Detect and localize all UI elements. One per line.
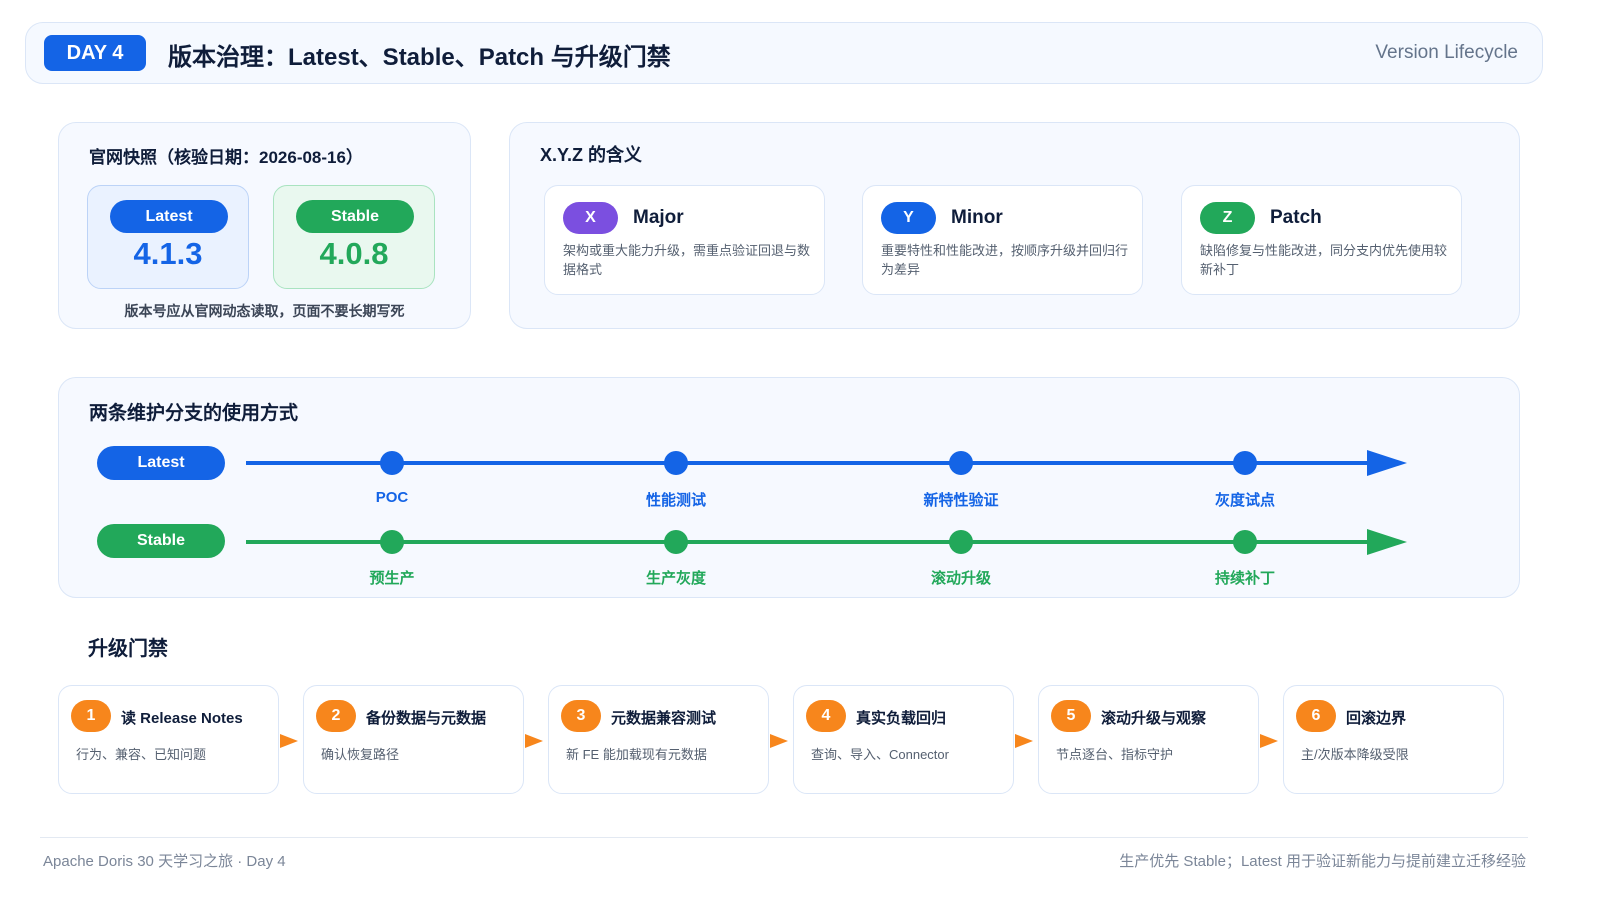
branch-panel: 两条维护分支的使用方式 Latest Stable POC 性能测试 新特性验证… [58, 377, 1520, 598]
xyz-panel: X.Y.Z 的含义 X Major 架构或重大能力升级，需重点验证回退与数据格式… [509, 122, 1520, 329]
latest-stage-dot [664, 451, 688, 475]
step-desc: 主/次版本降级受限 [1301, 747, 1409, 762]
patch-name: Patch [1270, 207, 1322, 228]
latest-stage-label: 性能测试 [645, 492, 707, 509]
step-arrow-icon [280, 734, 298, 748]
stable-timeline-arrow [1367, 529, 1407, 555]
step-arrow-icon [1260, 734, 1278, 748]
latest-label: Latest [110, 200, 228, 233]
major-desc: 架构或重大能力升级，需重点验证回退与数据格式 [563, 243, 811, 277]
latest-version: 4.1.3 [133, 236, 203, 271]
minor-name: Minor [951, 207, 1003, 228]
latest-stage-dot [1233, 451, 1257, 475]
footer-left-text: Apache Doris 30 天学习之旅 · Day 4 [43, 853, 286, 870]
snapshot-note: 版本号应从官网动态读取，页面不要长期写死 [124, 303, 405, 319]
page-subtitle: Version Lifecycle [1375, 42, 1518, 63]
step-desc: 确认恢复路径 [321, 747, 400, 762]
latest-stage-label: 灰度试点 [1214, 492, 1276, 509]
gate-title: 升级门禁 [88, 638, 168, 660]
latest-stage-dot [380, 451, 404, 475]
step-title: 备份数据与元数据 [366, 710, 487, 727]
snapshot-panel: 官网快照（核验日期：2026-08-16） Latest 4.1.3 Stabl… [58, 122, 471, 329]
step-number-badge: 2 [316, 700, 356, 732]
step-title: 读 Release Notes [121, 710, 243, 727]
step-number-badge: 5 [1051, 700, 1091, 732]
step-number-badge: 3 [561, 700, 601, 732]
step-title: 滚动升级与观察 [1101, 710, 1207, 727]
xyz-card-major: X Major 架构或重大能力升级，需重点验证回退与数据格式 [544, 185, 825, 295]
step-desc: 节点逐台、指标守护 [1056, 747, 1174, 762]
gate-step-card: 3 元数据兼容测试 新 FE 能加载现有元数据 [548, 685, 769, 794]
stable-label: Stable [296, 200, 414, 233]
stable-stage-label: 生产灰度 [645, 570, 707, 587]
step-arrow-icon [770, 734, 788, 748]
branch-timelines [246, 450, 1407, 555]
latest-stage-label: 新特性验证 [923, 492, 999, 509]
minor-letter-badge: Y [881, 202, 936, 234]
major-letter-badge: X [563, 202, 618, 234]
step-number-badge: 6 [1296, 700, 1336, 732]
major-name: Major [633, 207, 684, 228]
stable-version: 4.0.8 [319, 236, 389, 271]
snapshot-title: 官网快照（核验日期：2026-08-16） [89, 148, 363, 167]
patch-letter-badge: Z [1200, 202, 1255, 234]
gate-step-card: 5 滚动升级与观察 节点逐台、指标守护 [1038, 685, 1259, 794]
footer-divider [40, 837, 1528, 838]
minor-desc: 重要特性和性能改进，按顺序升级并回归行为差异 [881, 243, 1129, 277]
stable-stage-label: 预生产 [369, 570, 415, 587]
day-badge: DAY 4 [44, 35, 146, 71]
stable-stage-label: 持续补丁 [1214, 570, 1276, 587]
gate-step-card: 2 备份数据与元数据 确认恢复路径 [303, 685, 524, 794]
step-arrow-icon [1015, 734, 1033, 748]
stable-stage-dot [664, 530, 688, 554]
stable-stage-label: 滚动升级 [930, 570, 992, 587]
latest-timeline-arrow [1367, 450, 1407, 476]
xyz-title: X.Y.Z 的含义 [540, 145, 643, 165]
step-desc: 行为、兼容、已知问题 [76, 747, 207, 762]
latest-stage-dot [949, 451, 973, 475]
footer-right-text: 生产优先 Stable；Latest 用于验证新能力与提前建立迁移经验 [1119, 853, 1526, 870]
gate-step-card: 1 读 Release Notes 行为、兼容、已知问题 [58, 685, 279, 794]
xyz-card-minor: Y Minor 重要特性和性能改进，按顺序升级并回归行为差异 [862, 185, 1143, 295]
step-desc: 查询、导入、Connector [811, 747, 949, 762]
gate-step-card: 6 回滚边界 主/次版本降级受限 [1283, 685, 1504, 794]
gate-step-card: 4 真实负载回归 查询、导入、Connector [793, 685, 1014, 794]
step-number-badge: 4 [806, 700, 846, 732]
step-arrow-icon [525, 734, 543, 748]
xyz-card-patch: Z Patch 缺陷修复与性能改进，同分支内优先使用较新补丁 [1181, 185, 1462, 295]
stable-stage-dot [949, 530, 973, 554]
step-number-badge: 1 [71, 700, 111, 732]
step-title: 回滚边界 [1346, 710, 1407, 727]
latest-stage-label: POC [375, 489, 409, 506]
step-title: 真实负载回归 [856, 710, 947, 727]
step-title: 元数据兼容测试 [611, 710, 717, 727]
step-desc: 新 FE 能加载现有元数据 [566, 747, 707, 762]
stable-stage-dot [1233, 530, 1257, 554]
stable-version-card: Stable 4.0.8 [273, 185, 435, 289]
latest-version-card: Latest 4.1.3 [87, 185, 249, 289]
page-title: 版本治理：Latest、Stable、Patch 与升级门禁 [168, 44, 671, 71]
patch-desc: 缺陷修复与性能改进，同分支内优先使用较新补丁 [1200, 243, 1448, 277]
stable-stage-dot [380, 530, 404, 554]
header-bar: DAY 4 版本治理：Latest、Stable、Patch 与升级门禁 Ver… [25, 22, 1543, 84]
